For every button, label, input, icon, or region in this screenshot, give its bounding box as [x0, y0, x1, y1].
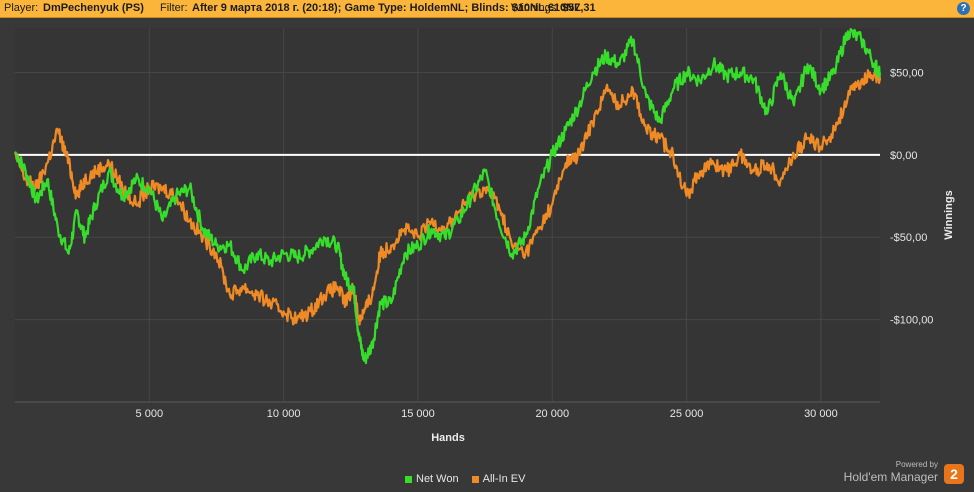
y-axis: $50,00 $0,00 -$50,00 -$100,00: [890, 67, 933, 326]
x-axis: 5 000 10 000 15 000 20 000 25 000 30 000: [15, 401, 880, 420]
legend-label-net-won: Net Won: [416, 473, 459, 485]
x-tick-label: 25 000: [670, 408, 704, 420]
legend: Net Won All-In EV: [405, 473, 535, 485]
x-tick-label: 15 000: [401, 408, 435, 420]
x-tick-label: 20 000: [535, 408, 569, 420]
x-axis-label: Hands: [431, 432, 465, 444]
y-tick-label: $50,00: [890, 67, 924, 79]
powered-by-label: Powered by: [895, 460, 938, 469]
player-label: Player:: [4, 2, 39, 14]
y-tick-label: -$50,00: [890, 232, 927, 244]
legend-swatch-net-won: [405, 475, 412, 483]
x-tick-label: 10 000: [267, 408, 301, 420]
legend-swatch-all-in-ev: [471, 475, 479, 483]
hm2-logo: 2: [944, 464, 964, 484]
y-tick-label: $0,00: [890, 150, 918, 162]
legend-item-all-in-ev[interactable]: All-In EV: [471, 473, 526, 485]
y-tick-label: -$100,00: [890, 315, 933, 327]
powered-by: Powered by Hold'em Manager: [844, 460, 938, 484]
x-tick-label: 5 000: [136, 408, 164, 420]
plot-area: [15, 28, 880, 402]
filter-bar: Player: DmPechenyuk (PS) Filter: After 9…: [0, 0, 974, 18]
winnings-value: $57,31: [562, 2, 596, 14]
legend-item-net-won[interactable]: Net Won: [405, 473, 459, 485]
y-axis-label: Winnings: [943, 190, 955, 239]
product-name: Hold'em Manager: [843, 470, 938, 484]
x-tick-label: 30 000: [804, 408, 838, 420]
player-name: DmPechenyuk (PS): [43, 2, 144, 14]
winnings-label: Winnings:: [511, 2, 560, 14]
legend-label-all-in-ev: All-In EV: [482, 473, 526, 485]
help-icon[interactable]: ?: [957, 2, 970, 15]
filter-label: Filter:: [160, 2, 188, 14]
winnings-chart: 5 000 10 000 15 000 20 000 25 000 30 000 $50,…: [14, 28, 955, 444]
